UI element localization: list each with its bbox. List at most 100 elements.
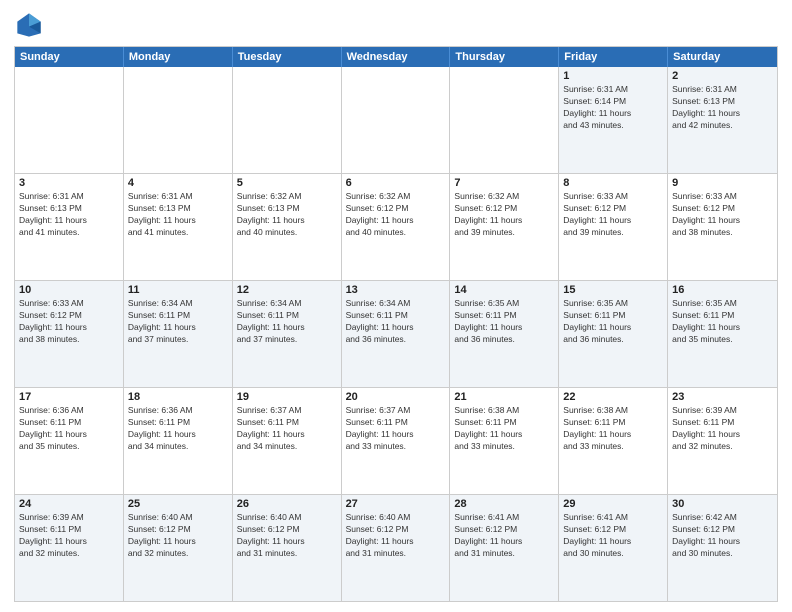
calendar-cell: 10 Sunrise: 6:33 AMSunset: 6:12 PMDayligh… xyxy=(15,281,124,387)
calendar-header-day: Tuesday xyxy=(233,47,342,67)
day-number: 13 xyxy=(346,284,446,296)
calendar-cell: 1 Sunrise: 6:31 AMSunset: 6:14 PMDaylight… xyxy=(559,67,668,173)
day-info: Sunrise: 6:34 AMSunset: 6:11 PMDaylight:… xyxy=(346,298,446,346)
logo xyxy=(14,10,48,40)
calendar-cell: 4 Sunrise: 6:31 AMSunset: 6:13 PMDaylight… xyxy=(124,174,233,280)
day-number: 3 xyxy=(19,177,119,189)
day-number: 16 xyxy=(672,284,773,296)
calendar-header-day: Monday xyxy=(124,47,233,67)
calendar-cell: 23 Sunrise: 6:39 AMSunset: 6:11 PMDayligh… xyxy=(668,388,777,494)
calendar-cell: 26 Sunrise: 6:40 AMSunset: 6:12 PMDayligh… xyxy=(233,495,342,601)
day-info: Sunrise: 6:35 AMSunset: 6:11 PMDaylight:… xyxy=(454,298,554,346)
calendar-row: 1 Sunrise: 6:31 AMSunset: 6:14 PMDaylight… xyxy=(15,67,777,174)
day-info: Sunrise: 6:31 AMSunset: 6:13 PMDaylight:… xyxy=(19,191,119,239)
calendar-row: 17Sunrise: 6:36 AMSunset: 6:11 PMDayligh… xyxy=(15,388,777,495)
day-number: 9 xyxy=(672,177,773,189)
day-number: 11 xyxy=(128,284,228,296)
day-number: 24 xyxy=(19,498,119,510)
day-info: Sunrise: 6:31 AMSunset: 6:13 PMDaylight:… xyxy=(672,84,773,132)
calendar-header-day: Friday xyxy=(559,47,668,67)
calendar-cell: 15 Sunrise: 6:35 AMSunset: 6:11 PMDayligh… xyxy=(559,281,668,387)
day-info: Sunrise: 6:39 AMSunset: 6:11 PMDaylight:… xyxy=(19,512,119,560)
day-info: Sunrise: 6:31 AMSunset: 6:13 PMDaylight:… xyxy=(128,191,228,239)
calendar-cell: 20 Sunrise: 6:37 AMSunset: 6:11 PMDayligh… xyxy=(342,388,451,494)
calendar-cell: 16 Sunrise: 6:35 AMSunset: 6:11 PMDayligh… xyxy=(668,281,777,387)
calendar-cell: 5Sunrise: 6:32 AMSunset: 6:13 PMDaylight… xyxy=(233,174,342,280)
day-number: 15 xyxy=(563,284,663,296)
day-info: Sunrise: 6:32 AMSunset: 6:12 PMDaylight:… xyxy=(454,191,554,239)
calendar-cell: 9 Sunrise: 6:33 AMSunset: 6:12 PMDaylight… xyxy=(668,174,777,280)
day-number: 29 xyxy=(563,498,663,510)
day-number: 12 xyxy=(237,284,337,296)
day-number: 20 xyxy=(346,391,446,403)
header xyxy=(14,10,778,40)
calendar-cell: 3 Sunrise: 6:31 AMSunset: 6:13 PMDaylight… xyxy=(15,174,124,280)
calendar-cell: 12Sunrise: 6:34 AMSunset: 6:11 PMDayligh… xyxy=(233,281,342,387)
calendar-cell: 6 Sunrise: 6:32 AMSunset: 6:12 PMDaylight… xyxy=(342,174,451,280)
calendar-cell: 21 Sunrise: 6:38 AMSunset: 6:11 PMDayligh… xyxy=(450,388,559,494)
calendar-cell: 19 Sunrise: 6:37 AMSunset: 6:11 PMDayligh… xyxy=(233,388,342,494)
day-info: Sunrise: 6:40 AMSunset: 6:12 PMDaylight:… xyxy=(346,512,446,560)
calendar-cell: 13 Sunrise: 6:34 AMSunset: 6:11 PMDayligh… xyxy=(342,281,451,387)
calendar-cell: 25 Sunrise: 6:40 AMSunset: 6:12 PMDayligh… xyxy=(124,495,233,601)
day-info: Sunrise: 6:33 AMSunset: 6:12 PMDaylight:… xyxy=(672,191,773,239)
day-number: 6 xyxy=(346,177,446,189)
calendar-cell xyxy=(233,67,342,173)
calendar-cell: 14Sunrise: 6:35 AMSunset: 6:11 PMDayligh… xyxy=(450,281,559,387)
calendar-cell: 11 Sunrise: 6:34 AMSunset: 6:11 PMDayligh… xyxy=(124,281,233,387)
day-number: 2 xyxy=(672,70,773,82)
day-number: 1 xyxy=(563,70,663,82)
day-number: 19 xyxy=(237,391,337,403)
day-number: 27 xyxy=(346,498,446,510)
calendar-cell: 28Sunrise: 6:41 AMSunset: 6:12 PMDayligh… xyxy=(450,495,559,601)
day-info: Sunrise: 6:33 AMSunset: 6:12 PMDaylight:… xyxy=(19,298,119,346)
day-info: Sunrise: 6:41 AMSunset: 6:12 PMDaylight:… xyxy=(454,512,554,560)
day-info: Sunrise: 6:36 AMSunset: 6:11 PMDaylight:… xyxy=(128,405,228,453)
day-number: 25 xyxy=(128,498,228,510)
day-info: Sunrise: 6:32 AMSunset: 6:13 PMDaylight:… xyxy=(237,191,337,239)
calendar-cell xyxy=(124,67,233,173)
calendar-header-day: Saturday xyxy=(668,47,777,67)
calendar-row: 24 Sunrise: 6:39 AMSunset: 6:11 PMDayligh… xyxy=(15,495,777,601)
day-info: Sunrise: 6:39 AMSunset: 6:11 PMDaylight:… xyxy=(672,405,773,453)
page: SundayMondayTuesdayWednesdayThursdayFrid… xyxy=(0,0,792,612)
calendar-cell xyxy=(450,67,559,173)
calendar-cell: 18Sunrise: 6:36 AMSunset: 6:11 PMDayligh… xyxy=(124,388,233,494)
calendar-cell: 8Sunrise: 6:33 AMSunset: 6:12 PMDaylight… xyxy=(559,174,668,280)
day-number: 4 xyxy=(128,177,228,189)
day-info: Sunrise: 6:38 AMSunset: 6:11 PMDaylight:… xyxy=(454,405,554,453)
day-number: 26 xyxy=(237,498,337,510)
day-info: Sunrise: 6:40 AMSunset: 6:12 PMDaylight:… xyxy=(128,512,228,560)
day-info: Sunrise: 6:31 AMSunset: 6:14 PMDaylight:… xyxy=(563,84,663,132)
day-info: Sunrise: 6:38 AMSunset: 6:11 PMDaylight:… xyxy=(563,405,663,453)
day-number: 8 xyxy=(563,177,663,189)
day-number: 7 xyxy=(454,177,554,189)
calendar-cell: 22 Sunrise: 6:38 AMSunset: 6:11 PMDayligh… xyxy=(559,388,668,494)
day-number: 10 xyxy=(19,284,119,296)
day-number: 22 xyxy=(563,391,663,403)
day-info: Sunrise: 6:41 AMSunset: 6:12 PMDaylight:… xyxy=(563,512,663,560)
calendar-row: 10 Sunrise: 6:33 AMSunset: 6:12 PMDayligh… xyxy=(15,281,777,388)
day-number: 23 xyxy=(672,391,773,403)
day-info: Sunrise: 6:42 AMSunset: 6:12 PMDaylight:… xyxy=(672,512,773,560)
day-number: 21 xyxy=(454,391,554,403)
calendar-cell: 29 Sunrise: 6:41 AMSunset: 6:12 PMDayligh… xyxy=(559,495,668,601)
day-info: Sunrise: 6:32 AMSunset: 6:12 PMDaylight:… xyxy=(346,191,446,239)
logo-icon xyxy=(14,10,44,40)
day-info: Sunrise: 6:36 AMSunset: 6:11 PMDaylight:… xyxy=(19,405,119,453)
calendar-cell: 27 Sunrise: 6:40 AMSunset: 6:12 PMDayligh… xyxy=(342,495,451,601)
calendar-header-day: Thursday xyxy=(450,47,559,67)
day-info: Sunrise: 6:35 AMSunset: 6:11 PMDaylight:… xyxy=(672,298,773,346)
day-number: 30 xyxy=(672,498,773,510)
day-info: Sunrise: 6:35 AMSunset: 6:11 PMDaylight:… xyxy=(563,298,663,346)
day-info: Sunrise: 6:37 AMSunset: 6:11 PMDaylight:… xyxy=(346,405,446,453)
calendar-cell: 17Sunrise: 6:36 AMSunset: 6:11 PMDayligh… xyxy=(15,388,124,494)
calendar-header: SundayMondayTuesdayWednesdayThursdayFrid… xyxy=(15,47,777,67)
calendar-cell xyxy=(342,67,451,173)
calendar: SundayMondayTuesdayWednesdayThursdayFrid… xyxy=(14,46,778,602)
day-info: Sunrise: 6:34 AMSunset: 6:11 PMDaylight:… xyxy=(128,298,228,346)
calendar-header-day: Sunday xyxy=(15,47,124,67)
calendar-cell xyxy=(15,67,124,173)
day-info: Sunrise: 6:37 AMSunset: 6:11 PMDaylight:… xyxy=(237,405,337,453)
day-info: Sunrise: 6:40 AMSunset: 6:12 PMDaylight:… xyxy=(237,512,337,560)
